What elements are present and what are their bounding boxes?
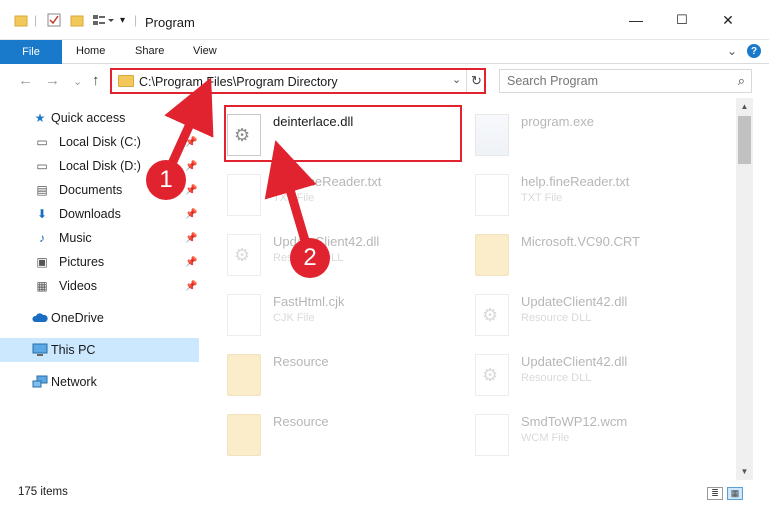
arrow-1 [164,77,214,170]
step-badge-2: 2 [290,238,330,278]
annotation-arrows [164,77,317,246]
step-badge-1: 1 [146,160,186,200]
arrow-2 [264,140,317,246]
